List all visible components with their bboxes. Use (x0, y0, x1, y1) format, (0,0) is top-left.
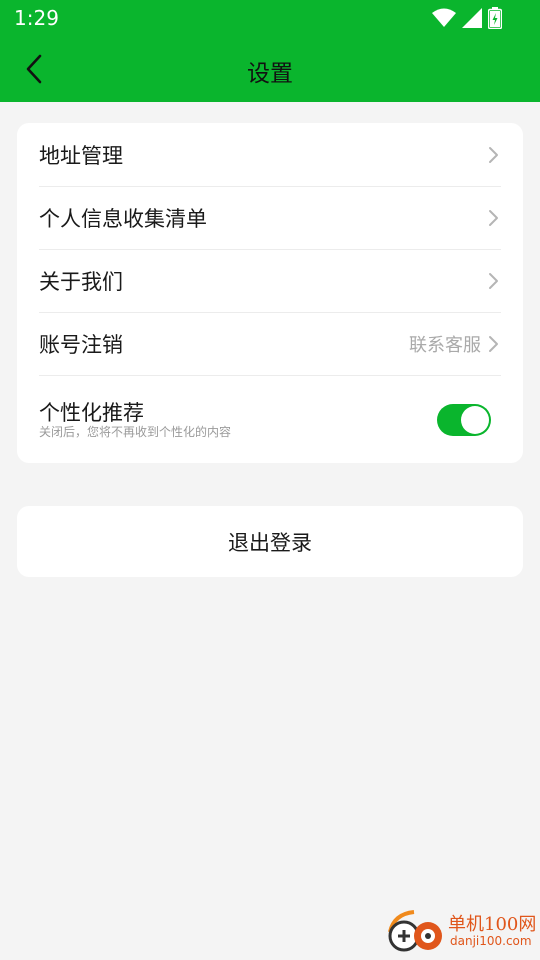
watermark-name: 单机100网 (448, 914, 537, 935)
chevron-right-icon (489, 272, 498, 289)
personalized-toggle[interactable] (437, 404, 491, 436)
logout-label: 退出登录 (228, 530, 312, 555)
battery-charging-icon (488, 7, 502, 29)
top-bar: 1:29 设置 (0, 0, 540, 102)
personalized-label: 个性化推荐 (39, 401, 144, 425)
contact-service-hint: 联系客服 (409, 334, 481, 356)
nav-bar: 设置 (0, 36, 540, 102)
settings-item-privacy-list[interactable]: 个人信息收集清单 (39, 186, 501, 250)
status-bar: 1:29 (0, 0, 540, 36)
settings-item-label: 个人信息收集清单 (39, 206, 207, 231)
logout-button[interactable]: 退出登录 (17, 506, 523, 577)
settings-card: 地址管理 个人信息收集清单 关于我们 账号注销 联系客服 个性化推荐 关闭后，您… (17, 123, 523, 463)
settings-item-label: 地址管理 (39, 143, 123, 168)
chevron-right-icon (489, 209, 498, 226)
watermark: 单机100网 danji100.com (384, 908, 537, 956)
settings-item-about[interactable]: 关于我们 (39, 249, 501, 313)
toggle-knob (461, 406, 489, 434)
status-time: 1:29 (14, 6, 59, 30)
settings-item-delete-account[interactable]: 账号注销 联系客服 (39, 312, 501, 376)
settings-item-label: 账号注销 (39, 332, 123, 357)
chevron-right-icon (489, 335, 498, 352)
signal-icon (462, 8, 482, 28)
settings-item-personalized: 个性化推荐 关闭后，您将不再收到个性化的内容 (39, 376, 501, 464)
settings-item-label: 关于我们 (39, 269, 123, 294)
personalized-description: 关闭后，您将不再收到个性化的内容 (39, 425, 232, 439)
settings-item-address[interactable]: 地址管理 (39, 123, 501, 187)
wifi-icon (432, 8, 456, 27)
page-title: 设置 (247, 61, 293, 87)
watermark-logo-icon (388, 910, 442, 952)
chevron-right-icon (489, 146, 498, 163)
status-icons (432, 7, 502, 29)
watermark-url: danji100.com (450, 934, 532, 948)
